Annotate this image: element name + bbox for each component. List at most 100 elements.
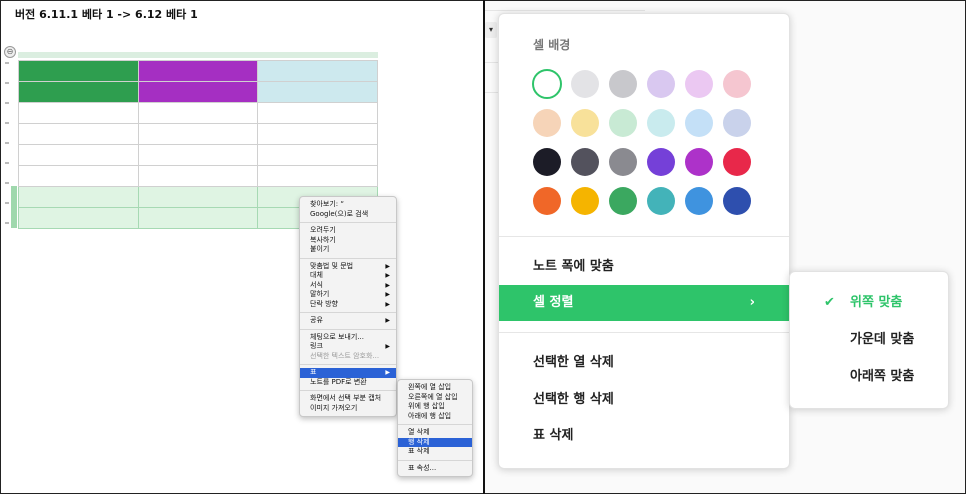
- table-cell[interactable]: [18, 81, 139, 103]
- table-cell[interactable]: [137, 207, 259, 229]
- context-menu-item[interactable]: 표 ▶: [300, 368, 396, 378]
- context-menu-item[interactable]: 오려두기: [300, 226, 396, 236]
- table-cell[interactable]: [137, 144, 259, 166]
- color-swatch[interactable]: [609, 70, 637, 98]
- table-cell[interactable]: [137, 81, 259, 103]
- color-swatch[interactable]: [571, 70, 599, 98]
- color-swatch[interactable]: [723, 187, 751, 215]
- cell-menu-item[interactable]: 선택한 행 삭제: [499, 382, 789, 418]
- table-cell[interactable]: [18, 123, 139, 145]
- menu-item-label: 말하기: [310, 290, 330, 298]
- color-swatch[interactable]: [647, 148, 675, 176]
- menu-separator: [300, 257, 396, 259]
- cell-menu-item[interactable]: 셀 정렬 ›: [499, 285, 789, 321]
- row-selection-handle[interactable]: [11, 186, 17, 228]
- dropdown-chevron-icon[interactable]: ▾: [485, 22, 497, 38]
- cell-menu-item[interactable]: 표 삭제: [499, 418, 789, 454]
- context-menu-item[interactable]: 아래에 행 삽입: [398, 412, 472, 422]
- context-menu-item[interactable]: 맞춤법 및 문법 ▶: [300, 262, 396, 272]
- table-cell[interactable]: [257, 60, 378, 82]
- context-menu-item[interactable]: 복사하기: [300, 236, 396, 246]
- color-swatch[interactable]: [685, 187, 713, 215]
- context-menu-item[interactable]: 대체 ▶: [300, 271, 396, 281]
- table-cell[interactable]: [18, 102, 139, 124]
- context-menu-item[interactable]: 이미지 가져오기: [300, 404, 396, 414]
- table-cell[interactable]: [18, 165, 139, 187]
- color-swatch[interactable]: [533, 148, 561, 176]
- table-cell[interactable]: [18, 186, 139, 208]
- table-cell[interactable]: [257, 144, 378, 166]
- color-swatch[interactable]: [685, 70, 713, 98]
- context-menu-item[interactable]: 말하기 ▶: [300, 290, 396, 300]
- color-swatch[interactable]: [609, 109, 637, 137]
- context-menu-item[interactable]: 위에 행 삽입: [398, 402, 472, 412]
- context-menu-item[interactable]: 붙이기: [300, 245, 396, 255]
- color-swatch[interactable]: [685, 109, 713, 137]
- table-cell[interactable]: [137, 60, 259, 82]
- menu-item-label: 선택한 열 삭제: [533, 355, 614, 370]
- context-menu-item[interactable]: 찾아보기: “: [300, 200, 396, 210]
- color-swatch[interactable]: [647, 109, 675, 137]
- context-menu: 찾아보기: “ Google(으)로 검색오려두기복사하기 붙이기맞춤법 및 문법 ▶…: [299, 196, 397, 417]
- context-menu-item[interactable]: 링크 ▶: [300, 342, 396, 352]
- submenu-arrow-icon: ▶: [385, 369, 390, 376]
- color-swatch[interactable]: [533, 109, 561, 137]
- context-menu-item[interactable]: 행 삭제: [398, 437, 472, 447]
- align-option[interactable]: ✔ 위쪽 맞춤: [790, 285, 948, 321]
- menu-item-label: 찾아보기: “: [310, 200, 344, 208]
- context-menu-item[interactable]: 단락 방향 ▶: [300, 300, 396, 310]
- color-swatch[interactable]: [609, 187, 637, 215]
- menu-item-label: 서식: [310, 280, 323, 289]
- table-cell[interactable]: [257, 165, 378, 187]
- cell-menu-item[interactable]: 노트 폭에 맞춤: [499, 249, 789, 285]
- context-menu-item[interactable]: 오른쪽에 열 삽입: [398, 393, 472, 403]
- chevron-right-icon: ›: [749, 295, 755, 310]
- context-menu-item[interactable]: 노트를 PDF로 변환: [300, 378, 396, 388]
- context-menu-item[interactable]: Google(으)로 검색: [300, 210, 396, 220]
- color-swatch[interactable]: [685, 148, 713, 176]
- table-cell[interactable]: [137, 186, 259, 208]
- table-cell[interactable]: [257, 81, 378, 103]
- table-cell[interactable]: [18, 60, 139, 82]
- color-swatch[interactable]: [647, 70, 675, 98]
- color-swatch[interactable]: [723, 70, 751, 98]
- context-menu-item[interactable]: 체팅으로 보내기...: [300, 333, 396, 343]
- context-menu-item[interactable]: 공유 ▶: [300, 316, 396, 326]
- table-cell[interactable]: [257, 102, 378, 124]
- cell-menu-item[interactable]: 선택한 열 삭제: [499, 345, 789, 381]
- cell-background-title: 셀 배경: [533, 38, 571, 52]
- context-menu-item[interactable]: 서식 ▶: [300, 281, 396, 291]
- table-cell[interactable]: [137, 165, 259, 187]
- align-option[interactable]: 가운데 맞춤: [790, 322, 948, 358]
- context-menu-item[interactable]: 표 속성...: [398, 464, 472, 474]
- context-menu-item[interactable]: 왼쪽에 열 삽입: [398, 383, 472, 393]
- align-option[interactable]: 아래쪽 맞춤: [790, 359, 948, 395]
- context-menu-item[interactable]: 표 삭제: [398, 447, 472, 457]
- color-swatch[interactable]: [723, 148, 751, 176]
- table-cell[interactable]: [257, 123, 378, 145]
- table-cell[interactable]: [137, 102, 259, 124]
- context-menu-item[interactable]: 열 삭제: [398, 428, 472, 438]
- menu-item-label: 화면에서 선택 부분 캡처: [310, 394, 382, 402]
- color-swatch[interactable]: [571, 187, 599, 215]
- menu-separator: [300, 222, 396, 223]
- color-swatch[interactable]: [723, 109, 751, 137]
- color-swatch[interactable]: [533, 187, 561, 215]
- table-cell[interactable]: [137, 123, 259, 145]
- color-swatch[interactable]: [571, 148, 599, 176]
- row-handle-dots[interactable]: [5, 62, 9, 232]
- menu-separator: [300, 312, 396, 313]
- column-handle-bar[interactable]: [18, 52, 378, 58]
- menu-separator: [398, 459, 472, 461]
- table-cell[interactable]: [18, 144, 139, 166]
- menu-item-label: 이미지 가져오기: [310, 403, 358, 412]
- menu-item-label: 행 삭제: [408, 437, 430, 446]
- color-swatch[interactable]: [571, 109, 599, 137]
- color-swatch[interactable]: [609, 148, 637, 176]
- table-cell[interactable]: [18, 207, 139, 229]
- context-menu-item[interactable]: 화면에서 선택 부분 캡처: [300, 394, 396, 404]
- color-swatch[interactable]: [647, 187, 675, 215]
- table-select-handle-icon[interactable]: ⊖: [4, 46, 16, 58]
- color-swatch[interactable]: [532, 69, 562, 99]
- menu-item-label: 오려두기: [310, 226, 336, 234]
